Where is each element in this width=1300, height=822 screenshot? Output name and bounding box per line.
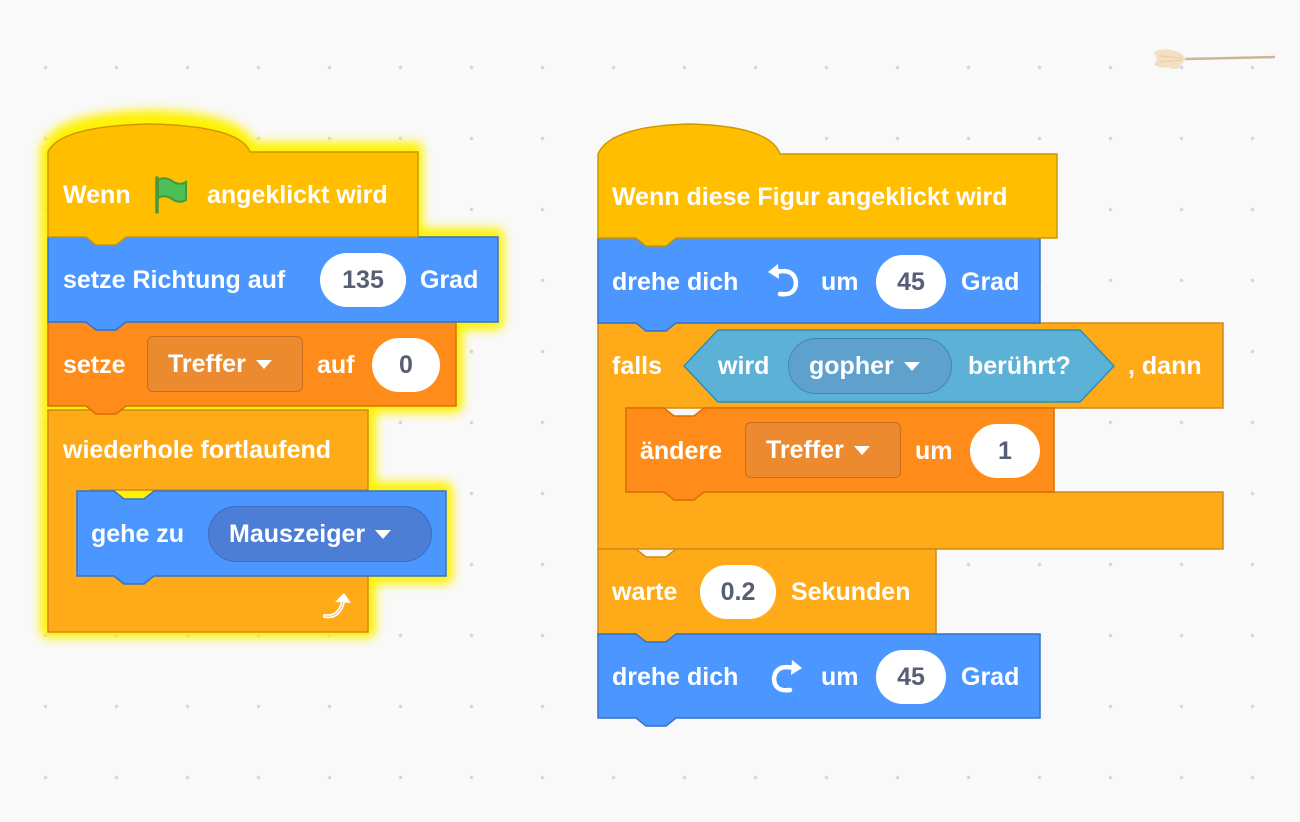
chevron-down-icon	[853, 445, 870, 455]
touching-suffix-label: berührt?	[968, 352, 1071, 380]
sprite-clicked-label: Wenn diese Figur angeklickt wird	[612, 183, 1008, 211]
touching-target-dropdown[interactable]: gopher	[788, 338, 952, 394]
turn-left-by-label: um	[821, 268, 859, 296]
turn-left-input[interactable]: 45	[876, 255, 946, 309]
turn-left-unit-label: Grad	[961, 268, 1020, 296]
rotate-left-icon	[764, 262, 804, 300]
change-variable-dropdown[interactable]: Treffer	[745, 422, 901, 478]
if-then-label: , dann	[1128, 352, 1202, 380]
turn-left-label: drehe dich	[612, 268, 739, 296]
change-variable-value: Treffer	[766, 435, 844, 464]
wait-label: warte	[612, 578, 678, 606]
turn-right-by-label: um	[821, 663, 859, 691]
chevron-down-icon	[903, 361, 920, 371]
change-variable-label: ändere	[640, 437, 722, 465]
code-workspace[interactable]: Wenn angeklickt wird setze Richtung auf …	[0, 0, 1300, 822]
wait-unit-label: Sekunden	[791, 578, 911, 606]
change-value-input[interactable]: 1	[970, 424, 1040, 478]
turn-right-unit-label: Grad	[961, 663, 1020, 691]
turn-right-input[interactable]: 45	[876, 650, 946, 704]
wait-input[interactable]: 0.2	[700, 565, 776, 619]
touching-target-value: gopher	[809, 351, 894, 380]
change-variable-by-label: um	[915, 437, 953, 465]
touching-label: wird	[718, 352, 770, 380]
rotate-right-icon	[766, 658, 806, 696]
turn-right-label: drehe dich	[612, 663, 739, 691]
if-label: falls	[612, 352, 663, 380]
